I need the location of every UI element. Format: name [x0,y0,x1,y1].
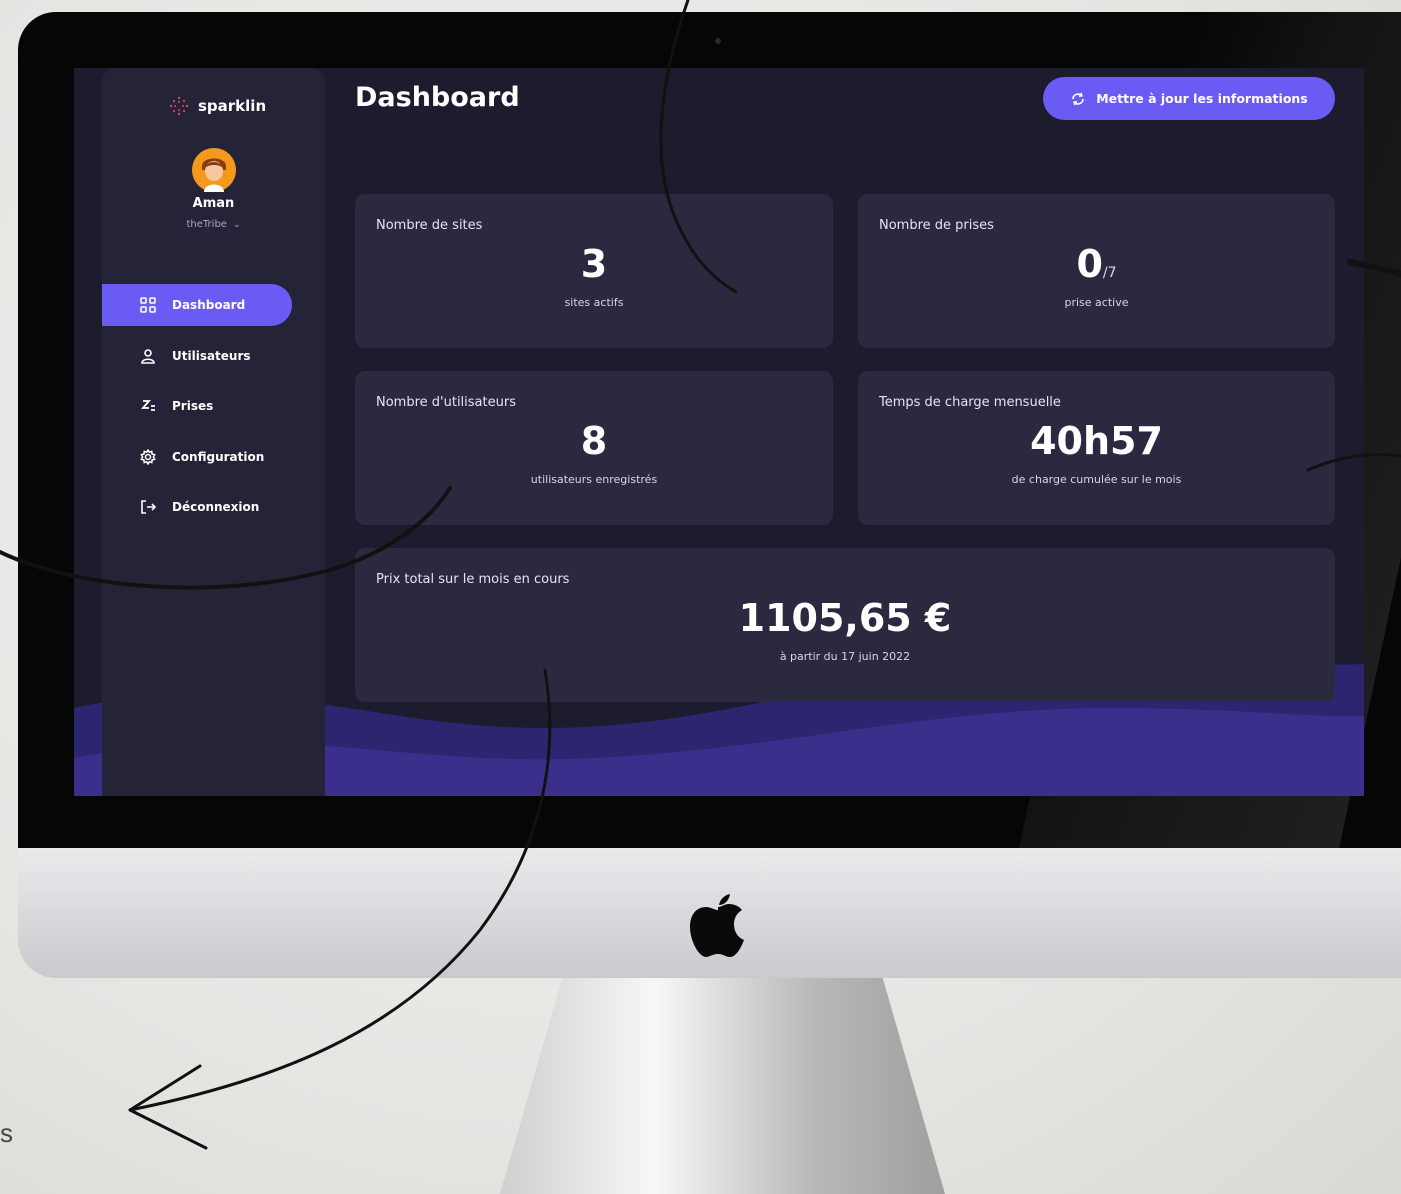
card-subtitle: sites actifs [564,296,624,309]
card-charge-time: Temps de charge mensuelle 40h57 de charg… [858,371,1335,525]
card-prises: Nombre de prises 0/7 prise active [858,194,1335,348]
card-label: Prix total sur le mois en cours [376,572,570,587]
card-label: Nombre d'utilisateurs [376,395,516,410]
card-value-group: 0/7 [858,242,1335,286]
update-button-label: Mettre à jour les informations [1096,91,1308,106]
sidebar-item-prises[interactable]: Prises [102,385,292,427]
gear-icon [138,447,158,467]
sidebar-item-label: Prises [172,399,214,413]
sidebar-item-dashboard[interactable]: Dashboard [102,284,292,326]
card-value-total: /7 [1102,265,1117,281]
camera-dot [715,38,721,44]
user-org-selector[interactable]: theTribe ⌄ [102,219,325,230]
card-value: 0 [1076,242,1103,286]
card-value: 8 [580,419,608,463]
card-price: Prix total sur le mois en cours 1105,65 … [355,548,1335,702]
sparkle-logo-icon [169,96,189,116]
sidebar-item-utilisateurs[interactable]: Utilisateurs [102,335,292,377]
sidebar-item-configuration[interactable]: Configuration [102,436,292,478]
refresh-icon [1072,92,1085,105]
avatar[interactable] [192,148,236,192]
card-label: Nombre de sites [376,218,483,233]
card-value: 40h57 [1030,419,1163,463]
sidebar-item-deconnexion[interactable]: Déconnexion [102,486,292,528]
page-title: Dashboard [355,82,520,113]
card-label: Temps de charge mensuelle [879,395,1061,410]
card-sites: Nombre de sites 3 sites actifs [355,194,833,348]
sidebar-item-label: Dashboard [172,298,246,312]
card-users: Nombre d'utilisateurs 8 utilisateurs enr… [355,371,833,525]
card-subtitle: de charge cumulée sur le mois [1011,473,1182,486]
grid-icon [138,295,158,315]
brand-logo[interactable]: sparklin [168,95,266,117]
update-info-button[interactable]: Mettre à jour les informations [1043,77,1335,120]
monitor-stand [500,978,945,1194]
app-screen: sparklin Aman theTribe ⌄ Dashboard Utilis… [74,68,1364,796]
card-subtitle: à partir du 17 juin 2022 [779,650,911,663]
brand-name: sparklin [198,97,267,115]
user-name: Aman [192,196,235,211]
monitor-chin [18,848,1401,978]
sidebar-item-label: Déconnexion [172,500,260,514]
plug-icon [138,396,158,416]
logout-icon [138,497,158,517]
sidebar-item-label: Utilisateurs [172,349,251,363]
chevron-down-icon: ⌄ [232,220,241,230]
user-org-label: theTribe [186,219,227,230]
sidebar-item-label: Configuration [172,450,265,464]
card-subtitle: prise active [1064,296,1129,309]
card-value: 1105,65 € [738,596,952,640]
user-icon [138,346,158,366]
card-label: Nombre de prises [879,218,994,233]
background-caption-fragment: s [0,1118,13,1148]
apple-logo-icon [690,894,744,957]
card-subtitle: utilisateurs enregistrés [530,473,658,486]
sidebar: sparklin Aman theTribe ⌄ Dashboard Utilis… [102,68,325,796]
card-value: 3 [580,242,608,286]
